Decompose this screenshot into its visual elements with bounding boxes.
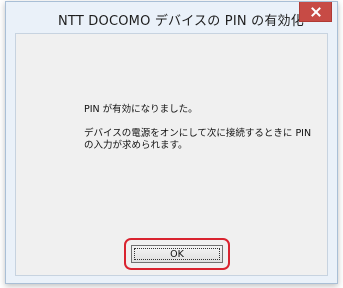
- pin-enabled-message: PIN が有効になりました。: [84, 104, 198, 115]
- window-title: NTT DOCOMO デバイスの PIN の有効化: [58, 14, 304, 29]
- ok-button[interactable]: OK: [131, 245, 223, 263]
- pin-prompt-message: デバイスの電源をオンにして次に接続するときに PIN の入力が求められます。: [84, 128, 312, 151]
- title-bar[interactable]: NTT DOCOMO デバイスの PIN の有効化: [6, 2, 337, 33]
- dialog-window: NTT DOCOMO デバイスの PIN の有効化 PIN が有効になりました。…: [5, 1, 338, 284]
- close-button[interactable]: [299, 2, 332, 22]
- close-icon: [310, 6, 321, 17]
- dialog-content: PIN が有効になりました。 デバイスの電源をオンにして次に接続するときに PI…: [15, 33, 328, 276]
- ok-button-highlight: OK: [124, 238, 230, 270]
